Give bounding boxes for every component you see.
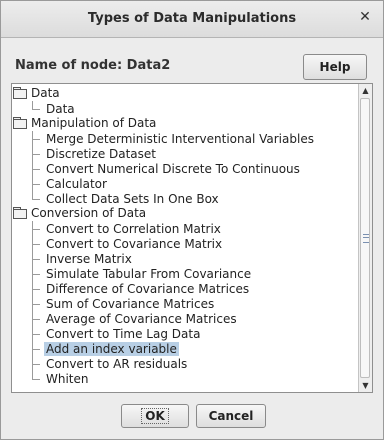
- tree-connector-icon: [32, 131, 40, 140]
- tree-item[interactable]: Whiten: [32, 371, 91, 386]
- scroll-thumb[interactable]: [360, 98, 370, 378]
- tree-item-label: Convert Numerical Discrete To Continuous: [46, 162, 300, 176]
- tree-content: Data Data Manipulation of Data Merge Determ…: [12, 84, 358, 392]
- tree-connector-icon: [32, 281, 40, 290]
- tree-item[interactable]: Convert to Correlation Matrix: [32, 221, 223, 236]
- tree-folder-label: Manipulation of Data: [31, 116, 157, 130]
- tree-item-label: Convert to Covariance Matrix: [46, 237, 223, 251]
- tree-folder[interactable]: Data: [12, 86, 60, 101]
- tree-item[interactable]: Inverse Matrix: [32, 251, 134, 266]
- tree-item-label: Average of Covariance Matrices: [46, 312, 237, 326]
- tree-item[interactable]: Simulate Tabular From Covariance: [32, 266, 253, 281]
- tree-connector-icon: [32, 326, 40, 335]
- tree-item[interactable]: Convert to AR residuals: [32, 356, 189, 371]
- folder-icon: [13, 117, 27, 129]
- tree-item[interactable]: Convert to Time Lag Data: [32, 326, 202, 341]
- tree-item-label: Difference of Covariance Matrices: [46, 282, 250, 296]
- tree-connector-icon: [32, 101, 40, 110]
- tree-connector-icon: [32, 266, 40, 275]
- tree-folder[interactable]: Manipulation of Data: [12, 116, 156, 131]
- tree-connector-icon: [32, 251, 40, 260]
- tree-connector-icon: [32, 161, 40, 170]
- tree-item[interactable]: Convert to Covariance Matrix: [32, 236, 224, 251]
- tree-guide-line: [32, 221, 33, 375]
- tree-connector-icon: [32, 296, 40, 305]
- tree-connector-icon: [32, 356, 40, 365]
- window-title: Types of Data Manipulations: [87, 11, 297, 26]
- tree-item[interactable]: Difference of Covariance Matrices: [32, 281, 251, 296]
- tree-connector-icon: [32, 146, 40, 155]
- tree-connector-icon: [32, 341, 40, 350]
- title-bar[interactable]: Types of Data Manipulations ✕: [1, 1, 383, 38]
- tree-folder-label: Data: [31, 86, 60, 100]
- tree-connector-icon: [32, 221, 40, 230]
- ok-button-label: OK: [141, 408, 169, 424]
- tree-connector-icon: [32, 311, 40, 320]
- scroll-up-arrow-icon[interactable]: ▲: [359, 84, 372, 97]
- manipulation-tree[interactable]: Data Data Manipulation of Data Merge Determ…: [11, 83, 373, 393]
- tree-connector-icon: [32, 371, 40, 380]
- tree-item-label: Data: [46, 102, 75, 116]
- tree-item[interactable]: Merge Deterministic Interventional Varia…: [32, 131, 316, 146]
- tree-item-label: Convert to Time Lag Data: [46, 327, 201, 341]
- tree-item-label: Discretize Dataset: [46, 147, 157, 161]
- folder-icon: [13, 87, 27, 99]
- tree-item-label: Inverse Matrix: [46, 252, 132, 266]
- tree-item-label: Collect Data Sets In One Box: [46, 192, 219, 206]
- tree-item-label: Calculator: [46, 177, 107, 191]
- tree-connector-icon: [32, 191, 40, 200]
- tree-item[interactable]: Collect Data Sets In One Box: [32, 191, 221, 206]
- tree-item[interactable]: Calculator: [32, 176, 109, 191]
- tree-item-label: Merge Deterministic Interventional Varia…: [46, 132, 314, 146]
- tree-item[interactable]: Discretize Dataset: [32, 146, 158, 161]
- tree-item[interactable]: Convert Numerical Discrete To Continuous: [32, 161, 302, 176]
- tree-item[interactable]: Data: [32, 101, 77, 116]
- tree-connector-icon: [32, 176, 40, 185]
- vertical-scrollbar[interactable]: ▲ ▼: [358, 84, 372, 392]
- help-button[interactable]: Help: [303, 54, 367, 80]
- tree-item[interactable]: Average of Covariance Matrices: [32, 311, 239, 326]
- tree-item-label: Convert to Correlation Matrix: [46, 222, 221, 236]
- cancel-button[interactable]: Cancel: [196, 404, 266, 428]
- node-name-label: Name of node: Data2: [15, 58, 171, 73]
- ok-button[interactable]: OK: [121, 404, 189, 428]
- scroll-down-arrow-icon[interactable]: ▼: [359, 379, 372, 392]
- tree-item-label: Sum of Covariance Matrices: [46, 297, 215, 311]
- close-icon[interactable]: ✕: [357, 9, 373, 25]
- tree-item-label: Whiten: [46, 372, 89, 386]
- tree-item[interactable]: Add an index variable: [32, 341, 179, 356]
- scroll-grip-icon: [363, 234, 369, 243]
- tree-item-label-selected: Add an index variable: [44, 342, 179, 356]
- tree-item-label: Convert to AR residuals: [46, 357, 188, 371]
- tree-connector-icon: [32, 236, 40, 245]
- tree-folder[interactable]: Conversion of Data: [12, 206, 146, 221]
- tree-item[interactable]: Sum of Covariance Matrices: [32, 296, 216, 311]
- tree-item-label: Simulate Tabular From Covariance: [46, 267, 252, 281]
- tree-guide-line: [32, 131, 33, 195]
- dialog-window: Types of Data Manipulations ✕ Name of no…: [0, 0, 384, 440]
- folder-icon: [13, 207, 27, 219]
- tree-folder-label: Conversion of Data: [31, 206, 147, 220]
